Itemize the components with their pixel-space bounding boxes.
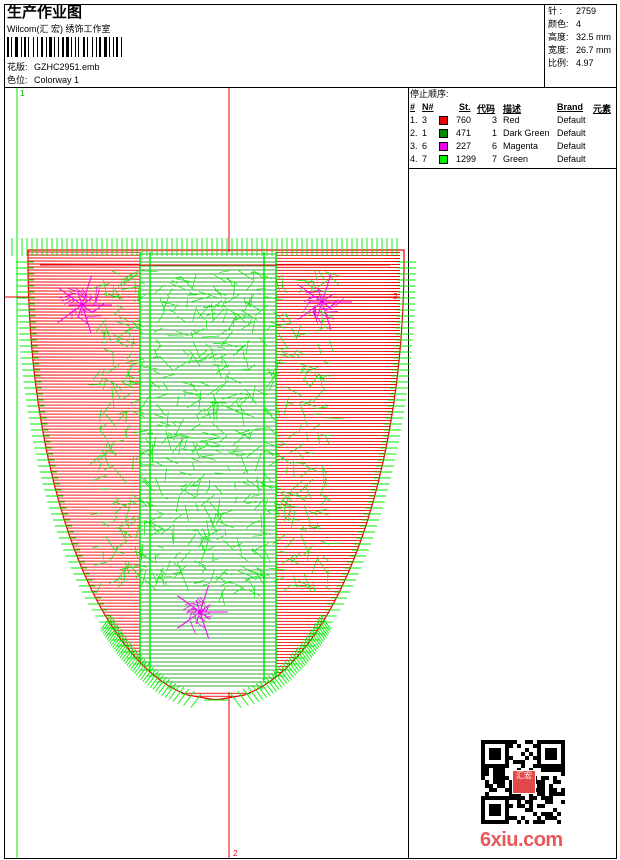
seal-stamp: 汇宏: [512, 770, 536, 794]
guide-label-top: 1: [20, 89, 25, 98]
shield-fill: [28, 251, 401, 700]
guide-label-bottom: 2: [233, 849, 238, 858]
embroidery-design: [5, 88, 416, 858]
seal-text: 汇宏: [516, 771, 532, 780]
guide-label-right: 2: [393, 292, 398, 301]
watermark-logo: 6xiu.com: [480, 829, 563, 851]
